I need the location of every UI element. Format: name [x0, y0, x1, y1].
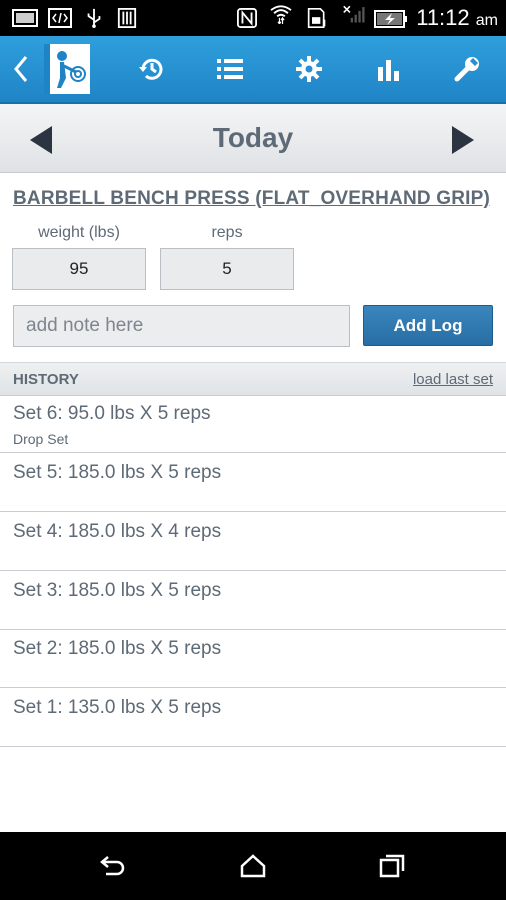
list-button[interactable]: [200, 36, 260, 102]
history-icon: [139, 58, 163, 80]
app-logo[interactable]: [44, 44, 90, 94]
recents-nav-button[interactable]: [372, 850, 412, 882]
list-item[interactable]: Set 6: 95.0 lbs X 5 reps Drop Set: [0, 395, 506, 453]
reps-label: reps: [211, 224, 243, 241]
add-log-button[interactable]: Add Log: [363, 305, 493, 346]
list-item[interactable]: Set 4: 185.0 lbs X 4 reps: [0, 513, 506, 571]
date-navigator: Today: [0, 104, 506, 173]
list-item[interactable]: Set 5: 185.0 lbs X 5 reps: [0, 454, 506, 512]
settings-button[interactable]: [279, 36, 339, 102]
wrench-icon: [454, 57, 479, 82]
chart-button[interactable]: [358, 36, 418, 102]
settings-icon: [296, 56, 322, 82]
recents-nav-icon: [379, 854, 405, 878]
code-icon: [48, 8, 72, 28]
action-bar: [0, 36, 506, 104]
load-last-set-link[interactable]: load last set: [413, 371, 493, 388]
date-title: Today: [212, 122, 294, 153]
battery-charging-icon: [374, 10, 407, 28]
sd-card-icon: [307, 8, 326, 28]
back-icon: [14, 56, 28, 82]
list-item[interactable]: Set 2: 185.0 lbs X 5 reps: [0, 630, 506, 688]
note-input[interactable]: add note here: [13, 305, 350, 347]
sim-icon: [117, 8, 137, 28]
exercise-title[interactable]: BARBELL BENCH PRESS (FLAT_OVERHAND GRIP): [13, 188, 490, 210]
lifter-logo-icon: [57, 51, 86, 88]
system-nav-bar: [0, 832, 506, 900]
status-bar: 11:12 am: [0, 0, 506, 36]
usb-icon: [87, 8, 101, 28]
no-signal-icon: [343, 5, 365, 23]
nfc-icon: [237, 8, 257, 28]
set-text: Set 6: 95.0 lbs X 5 reps: [13, 403, 211, 424]
home-nav-button[interactable]: [233, 850, 273, 882]
chart-icon: [378, 60, 399, 81]
back-nav-button[interactable]: [92, 850, 132, 882]
history-label: HISTORY: [13, 371, 79, 388]
history-button[interactable]: [122, 36, 182, 102]
weight-input[interactable]: 95: [12, 248, 146, 290]
set-note: Drop Set: [13, 431, 69, 447]
reps-input[interactable]: 5: [160, 248, 294, 290]
set-text: Set 1: 135.0 lbs X 5 reps: [13, 697, 222, 718]
set-text: Set 2: 185.0 lbs X 5 reps: [13, 638, 222, 659]
status-time: 11:12 am: [416, 5, 498, 30]
list-item[interactable]: Set 3: 185.0 lbs X 5 reps: [0, 572, 506, 630]
set-text: Set 5: 185.0 lbs X 5 reps: [13, 462, 222, 483]
wifi-icon: [270, 5, 292, 24]
back-nav-icon: [100, 856, 125, 876]
set-text: Set 4: 185.0 lbs X 4 reps: [13, 521, 222, 542]
set-text: Set 3: 185.0 lbs X 5 reps: [13, 580, 222, 601]
history-header: HISTORY load last set: [0, 362, 506, 396]
next-day-icon[interactable]: [452, 126, 474, 154]
list-icon: [217, 59, 243, 79]
weight-label: weight (lbs): [38, 224, 120, 241]
home-nav-icon: [240, 854, 266, 878]
back-button[interactable]: [0, 36, 42, 102]
list-item[interactable]: Set 1: 135.0 lbs X 5 reps: [0, 689, 506, 747]
wrench-button[interactable]: [437, 36, 497, 102]
screenshot-icon: [12, 9, 38, 27]
